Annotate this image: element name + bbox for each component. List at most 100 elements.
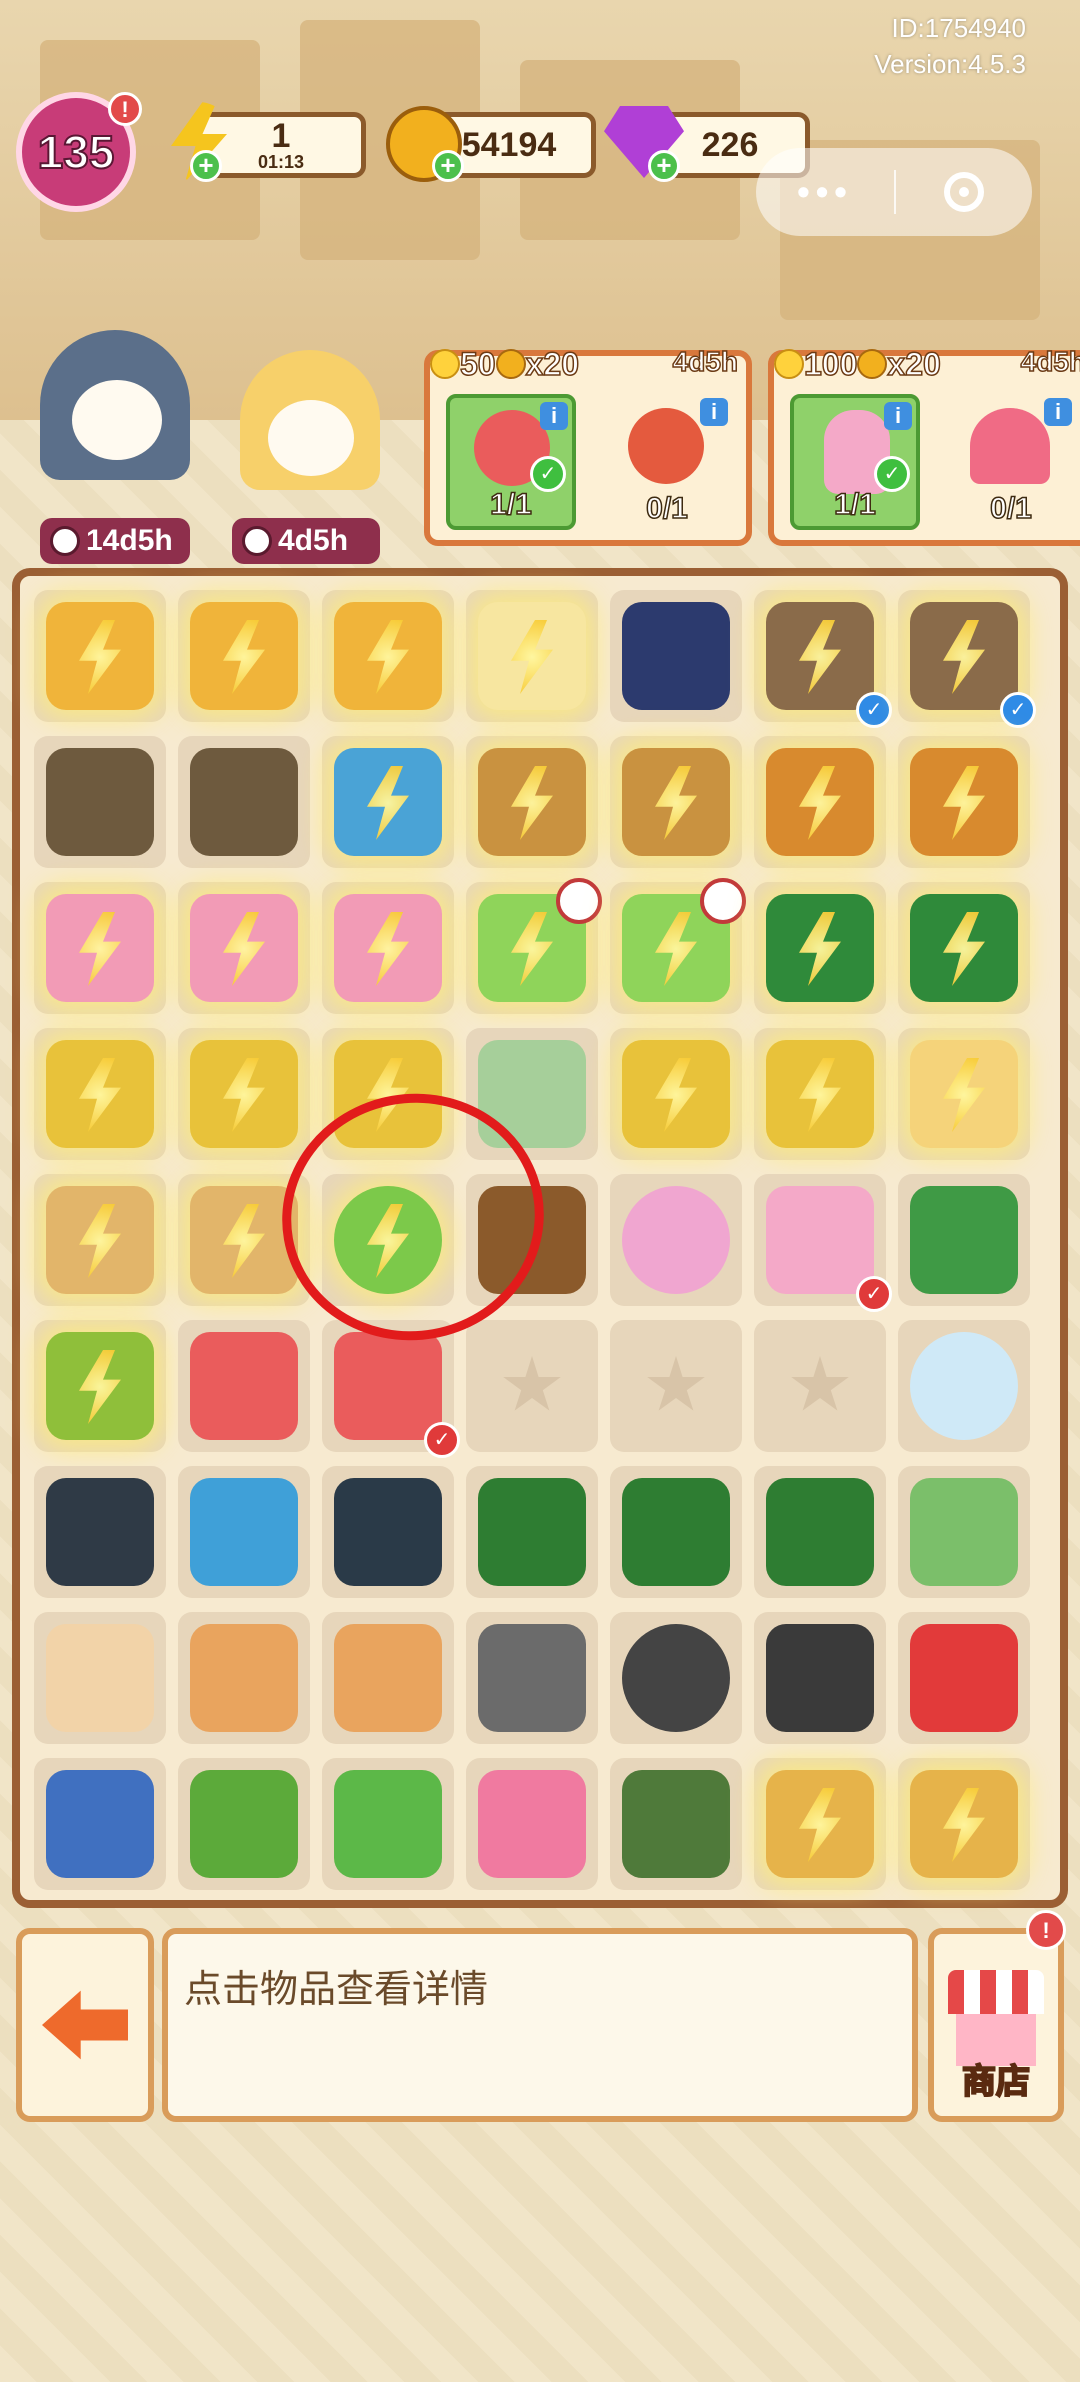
board-cell[interactable]: [466, 736, 598, 868]
board-cell[interactable]: [610, 1028, 742, 1160]
board-cell[interactable]: [34, 1028, 166, 1160]
board-cell[interactable]: [34, 882, 166, 1014]
board-cell[interactable]: [754, 1028, 886, 1160]
board-cell[interactable]: [610, 1758, 742, 1890]
board-cell[interactable]: [178, 590, 310, 722]
close-miniprogram-button[interactable]: [896, 172, 1032, 212]
board-cell[interactable]: [754, 1758, 886, 1890]
board-cell[interactable]: ✓: [322, 1320, 460, 1458]
board-cell[interactable]: ✓: [754, 590, 892, 728]
bandage-item[interactable]: [46, 1624, 154, 1732]
board-cell[interactable]: [898, 736, 1030, 868]
board-cell[interactable]: [754, 1320, 886, 1452]
board-cell[interactable]: [754, 882, 886, 1014]
mirror-item[interactable]: [334, 1770, 442, 1878]
green-gloves-item[interactable]: [910, 1478, 1018, 1586]
hand-saw-item[interactable]: [910, 1186, 1018, 1294]
ab-roller-item[interactable]: [334, 1478, 442, 1586]
sandwich-item[interactable]: [334, 1624, 442, 1732]
wheels-item[interactable]: [766, 1624, 874, 1732]
order-1-slot-red-fruit[interactable]: i 0/1: [602, 394, 732, 530]
order-card-1[interactable]: 50 x20 4d5h i ✓ 1/1 i 0/1: [424, 345, 752, 546]
red-book-item[interactable]: [910, 1624, 1018, 1732]
board-cell[interactable]: [322, 1758, 454, 1890]
green-toolbox-item[interactable]: [622, 1478, 730, 1586]
board-cell[interactable]: [610, 878, 746, 1014]
apple-slice-item[interactable]: [190, 1332, 298, 1440]
board-cell[interactable]: [754, 1612, 886, 1744]
board-cell[interactable]: [898, 1758, 1030, 1890]
board-cell[interactable]: [178, 1320, 310, 1452]
jump-rope-item[interactable]: [190, 1478, 298, 1586]
board-cell[interactable]: [322, 736, 454, 868]
board-cell[interactable]: [610, 1466, 742, 1598]
apple-slice-item[interactable]: [334, 1332, 442, 1440]
board-cell[interactable]: [466, 1758, 598, 1890]
board-cell[interactable]: [178, 882, 310, 1014]
flower-vase-item[interactable]: [766, 1186, 874, 1294]
exit-button[interactable]: [16, 1928, 154, 2122]
info-icon[interactable]: i: [700, 398, 728, 426]
more-options-button[interactable]: •••: [756, 171, 894, 213]
board-cell[interactable]: [610, 736, 742, 868]
locker-item[interactable]: [190, 748, 298, 856]
board-cell[interactable]: [466, 1320, 598, 1452]
order-card-2[interactable]: 100 x20 4d5h i ✓ 1/1 i 0/1: [768, 345, 1080, 546]
order-1-slot-apple-slice[interactable]: i ✓ 1/1: [446, 394, 576, 530]
board-cell[interactable]: [178, 736, 310, 868]
order-2-slot-cupcake[interactable]: i 0/1: [946, 394, 1076, 530]
bubble-item[interactable]: [910, 1332, 1018, 1440]
board-cell[interactable]: [898, 1320, 1030, 1452]
board-cell[interactable]: [34, 736, 166, 868]
info-icon[interactable]: i: [884, 402, 912, 430]
alarm-clock-item[interactable]: [622, 1186, 730, 1294]
board-cell[interactable]: [322, 1612, 454, 1744]
board-cell[interactable]: [322, 590, 454, 722]
board-cell[interactable]: [466, 1612, 598, 1744]
board-cell[interactable]: [466, 590, 598, 722]
board-cell[interactable]: [610, 1320, 742, 1452]
add-energy-button[interactable]: +: [190, 150, 222, 182]
board-cell[interactable]: [898, 1028, 1030, 1160]
board-cell[interactable]: [610, 1612, 742, 1744]
work-gloves-item[interactable]: [622, 1770, 730, 1878]
board-cell[interactable]: [178, 1758, 310, 1890]
board-cell[interactable]: [178, 1028, 310, 1160]
board-cell[interactable]: [754, 736, 886, 868]
board-cell[interactable]: [34, 590, 166, 722]
wheel-item[interactable]: [622, 1624, 730, 1732]
cart-frame-item[interactable]: [478, 1624, 586, 1732]
board-cell[interactable]: [178, 1612, 310, 1744]
watering-can-item[interactable]: [478, 1770, 586, 1878]
sandwich-item[interactable]: [190, 1624, 298, 1732]
board-cell[interactable]: [466, 1466, 598, 1598]
board-cell[interactable]: [34, 1320, 166, 1452]
locker-item[interactable]: [46, 748, 154, 856]
headphones-item[interactable]: [622, 602, 730, 710]
add-coins-button[interactable]: +: [432, 150, 464, 182]
info-icon[interactable]: i: [540, 402, 568, 430]
info-icon[interactable]: i: [1044, 398, 1072, 426]
board-cell[interactable]: ✓: [898, 590, 1036, 728]
board-cell[interactable]: [466, 878, 602, 1014]
board-cell[interactable]: [322, 882, 454, 1014]
board-cell[interactable]: [34, 1174, 166, 1306]
board-cell[interactable]: [322, 1466, 454, 1598]
board-cell[interactable]: [610, 1174, 742, 1306]
green-stand-item[interactable]: [766, 1478, 874, 1586]
add-gems-button[interactable]: +: [648, 150, 680, 182]
board-cell[interactable]: ✓: [754, 1174, 892, 1312]
dumbbell-plates-item[interactable]: [46, 1478, 154, 1586]
backpack-item[interactable]: [46, 1770, 154, 1878]
board-cell[interactable]: [610, 590, 742, 722]
board-cell[interactable]: [754, 1466, 886, 1598]
order-2-slot-flower-vase[interactable]: i ✓ 1/1: [790, 394, 920, 530]
shop-button[interactable]: 商店: [928, 1928, 1064, 2122]
board-cell[interactable]: [898, 1466, 1030, 1598]
board-cell[interactable]: [898, 1612, 1030, 1744]
board-cell[interactable]: [898, 882, 1030, 1014]
board-cell[interactable]: [34, 1758, 166, 1890]
board-cell[interactable]: [898, 1174, 1030, 1306]
toy-tank-item[interactable]: [190, 1770, 298, 1878]
board-cell[interactable]: [34, 1466, 166, 1598]
